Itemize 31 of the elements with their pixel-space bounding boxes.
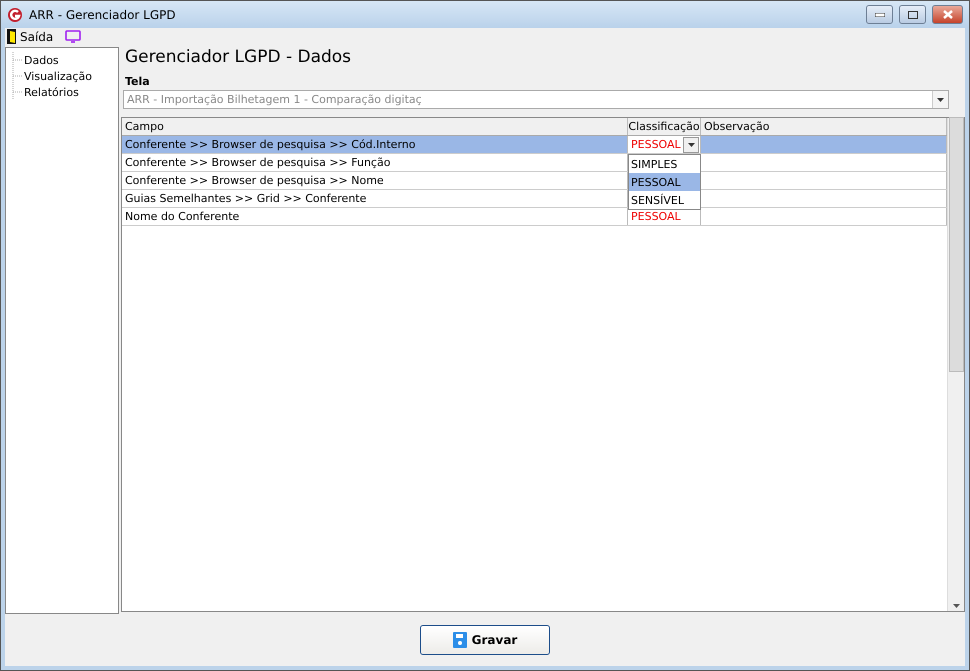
monitor-icon[interactable] bbox=[65, 30, 82, 43]
tree-connector-icon bbox=[12, 68, 22, 84]
minimize-button[interactable] bbox=[866, 5, 893, 24]
grid-row[interactable]: Conferente >> Browser de pesquisa >> Cód.Interno PESSOAL bbox=[122, 136, 947, 154]
menu-item[interactable]: Saída bbox=[20, 30, 54, 44]
close-icon bbox=[942, 10, 952, 19]
column-header[interactable]: Campo bbox=[122, 118, 628, 135]
dropdown-arrow-icon bbox=[937, 98, 944, 102]
maximize-icon bbox=[908, 10, 918, 18]
logo-icon bbox=[7, 6, 23, 22]
table-cell: PESSOAL bbox=[628, 136, 701, 153]
tree-item[interactable]: Relatórios bbox=[22, 86, 81, 98]
dropdown-arrow-icon bbox=[688, 142, 694, 146]
tree-item[interactable]: Dados bbox=[22, 54, 61, 66]
field-label: Tela bbox=[124, 75, 151, 90]
tree-connector-icon bbox=[12, 52, 22, 68]
page-heading: Gerenciador LGPD - Dados bbox=[124, 46, 352, 69]
column-header[interactable]: Classificação bbox=[628, 118, 701, 135]
scroll-down-icon[interactable] bbox=[952, 604, 960, 608]
tree-connector-icon bbox=[12, 84, 22, 100]
exit-door-icon bbox=[7, 29, 16, 44]
minimize-icon bbox=[874, 12, 884, 16]
window-title: ARR - Gerenciador LGPD bbox=[29, 8, 177, 22]
vertical-scrollbar[interactable] bbox=[947, 118, 964, 611]
dropdown-option[interactable]: PESSOAL bbox=[629, 173, 700, 191]
maximize-button[interactable] bbox=[899, 5, 926, 24]
dropdown-button[interactable] bbox=[683, 136, 699, 152]
grid-row[interactable]: Nome do Conferente PESSOAL bbox=[122, 208, 947, 226]
save-button[interactable]: Gravar bbox=[420, 625, 550, 655]
close-button[interactable] bbox=[932, 5, 963, 24]
tree-item[interactable]: Visualização bbox=[22, 70, 94, 82]
